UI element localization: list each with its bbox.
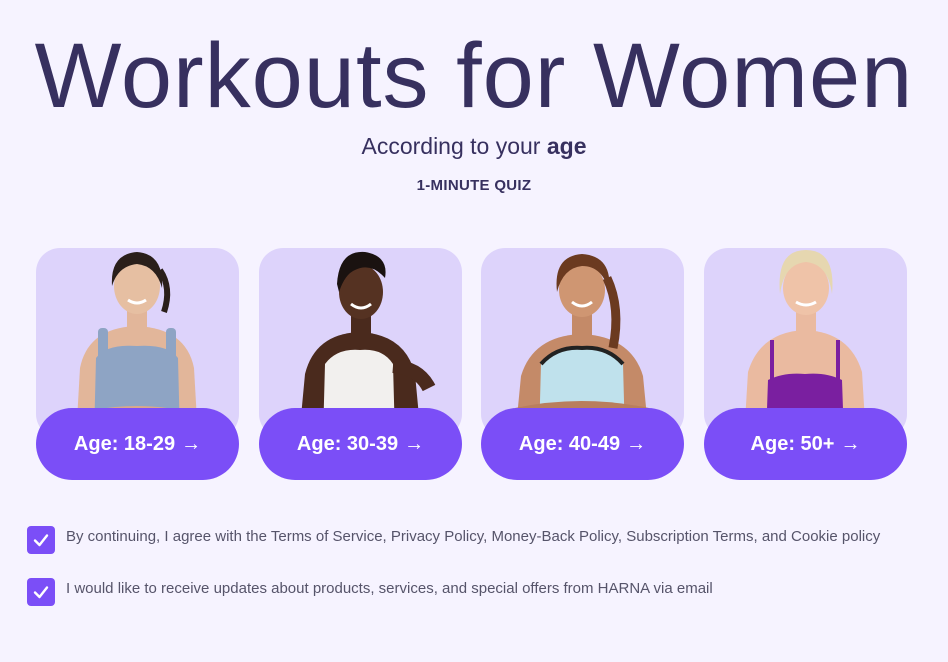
page-title: Workouts for Women [34, 25, 914, 127]
age-button-label: Age: 18-29 [73, 432, 176, 455]
age-button-40-49[interactable]: Age: 40-49 → [481, 408, 684, 480]
age-card-40-49[interactable]: Age: 40-49 → [481, 248, 684, 480]
checkmark-icon [33, 586, 49, 599]
age-button-label: Age: 40-49 [518, 432, 621, 455]
subtitle-prefix: According to your [361, 133, 541, 159]
age-card-18-29[interactable]: Age: 18-29 → [36, 248, 239, 480]
marketing-checkbox[interactable] [27, 578, 55, 606]
age-button-30-39[interactable]: Age: 30-39 → [259, 408, 462, 480]
checkmark-icon [33, 534, 49, 547]
marketing-consent-text: I would like to receive updates about pr… [66, 580, 713, 597]
age-card-30-39[interactable]: Age: 30-39 → [259, 248, 462, 480]
arrow-right-icon: → [181, 432, 202, 455]
quiz-landing-page: Workouts for Women According to your age… [0, 0, 948, 662]
terms-consent-text: By continuing, I agree with the Terms of… [66, 528, 881, 545]
arrow-right-icon: → [626, 432, 647, 455]
age-button-label: Age: 30-39 [296, 432, 399, 455]
arrow-right-icon: → [840, 432, 861, 455]
page-subtitle: According to your age [0, 133, 948, 160]
age-button-label: Age: 50+ [750, 432, 835, 455]
quiz-label: 1-MINUTE QUIZ [416, 177, 532, 194]
terms-consent-row: By continuing, I agree with the Terms of… [27, 526, 916, 554]
age-card-50-plus[interactable]: Age: 50+ → [704, 248, 907, 480]
terms-checkbox[interactable] [27, 526, 55, 554]
arrow-right-icon: → [404, 432, 425, 455]
subtitle-emphasis: age [546, 133, 587, 159]
marketing-consent-row: I would like to receive updates about pr… [27, 578, 916, 606]
age-button-50-plus[interactable]: Age: 50+ → [704, 408, 907, 480]
age-button-18-29[interactable]: Age: 18-29 → [36, 408, 239, 480]
